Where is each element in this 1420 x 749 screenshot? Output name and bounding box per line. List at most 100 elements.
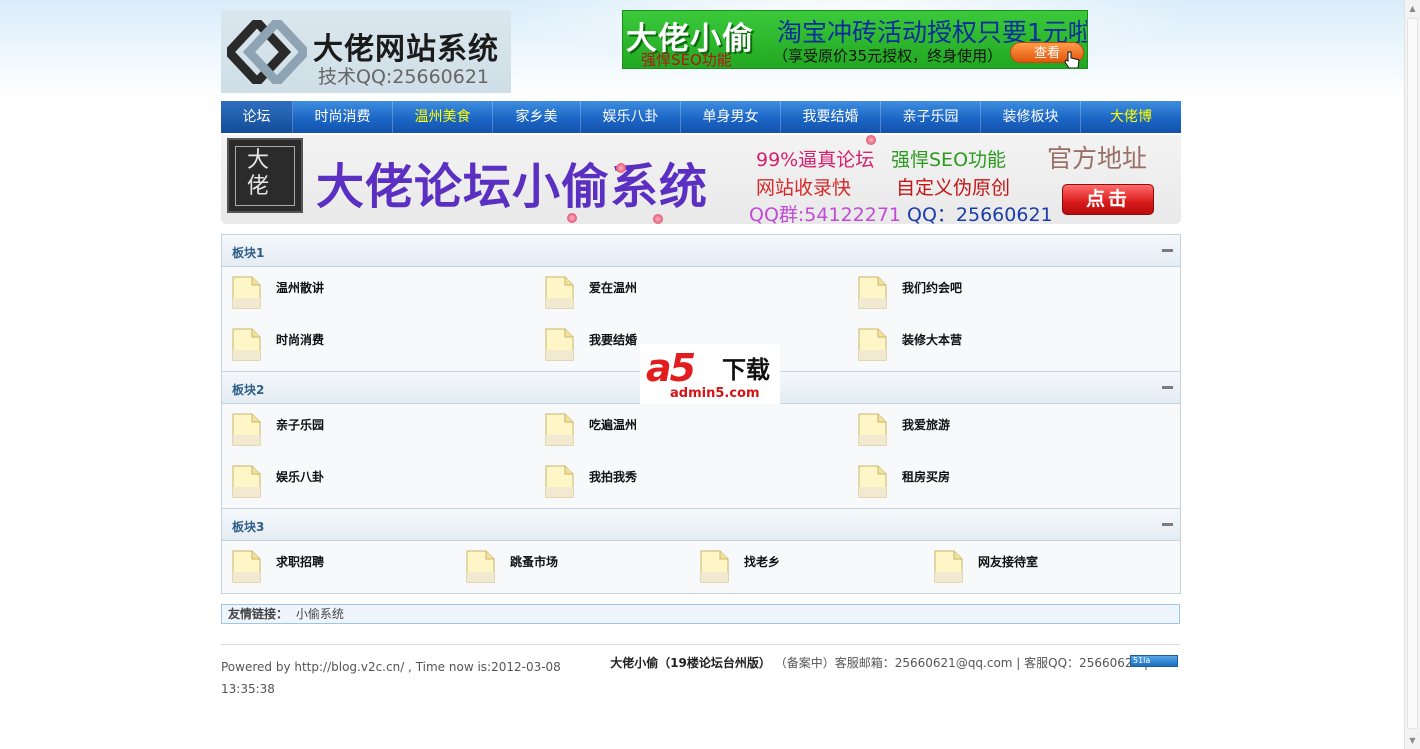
section-title[interactable]: 板块1 xyxy=(232,244,264,261)
footer-brand[interactable]: 大佬小偷（19楼论坛台州版） xyxy=(610,656,771,670)
banner-qq-group: QQ群:54122271 xyxy=(749,204,902,224)
decorative-dot xyxy=(567,213,577,223)
nav-item-0[interactable]: 论坛 xyxy=(221,101,293,133)
forum-name[interactable]: 时尚消费 xyxy=(276,331,324,348)
section-divider xyxy=(222,508,1180,509)
forum-document-icon xyxy=(545,413,574,446)
footer-contact: 大佬小偷（19楼论坛台州版） （备案中）客服邮箱：25660621@qq.com… xyxy=(610,654,1148,671)
section-title[interactable]: 板块3 xyxy=(232,518,264,535)
forum-name[interactable]: 网友接待室 xyxy=(978,553,1038,570)
watermark-a5-logo: a5 xyxy=(646,346,696,390)
nav-item-6[interactable]: 我要结婚 xyxy=(781,101,881,133)
friend-link-item[interactable]: 小偷系统 xyxy=(296,607,344,621)
nav-item-8[interactable]: 装修板块 xyxy=(981,101,1081,133)
collapse-minus-icon[interactable] xyxy=(1162,249,1173,252)
watermark-download-text: 下载 xyxy=(722,356,770,384)
forum-name[interactable]: 娱乐八卦 xyxy=(276,468,324,485)
banner-feature-1: 99%逼真论坛 xyxy=(756,149,875,171)
forum-item[interactable]: 娱乐八卦 xyxy=(232,465,525,499)
forum-document-icon xyxy=(858,328,887,361)
footer-contact-text: （备案中）客服邮箱：25660621@qq.com | 客服QQ：2566062… xyxy=(774,656,1148,670)
forum-name[interactable]: 找老乡 xyxy=(744,553,780,570)
seal-text: 大佬 xyxy=(246,148,269,199)
forum-document-icon xyxy=(858,276,887,309)
forum-item[interactable]: 爱在温州 xyxy=(545,276,838,310)
vertical-scrollbar[interactable]: ▲ ▼ xyxy=(1404,0,1420,749)
forum-name[interactable]: 装修大本营 xyxy=(902,331,962,348)
forum-document-icon xyxy=(700,550,729,583)
forum-name[interactable]: 我爱旅游 xyxy=(902,416,950,433)
watermark-site-text: admin5.com xyxy=(670,386,760,401)
forum-item[interactable]: 我们约会吧 xyxy=(858,276,1151,310)
promo-banner[interactable]: 大佬 大佬论坛小偷系统 99%逼真论坛 强悍SEO功能 网站收录快 自定义伪原创… xyxy=(221,135,1181,224)
forum-item[interactable]: 我爱旅游 xyxy=(858,413,1151,447)
site-logo[interactable]: 大佬网站系统 技术QQ:25660621 xyxy=(221,10,511,93)
banner-feature-4: 自定义伪原创 xyxy=(896,177,1011,199)
section-header[interactable]: 板块3 xyxy=(222,509,1180,541)
forum-item[interactable]: 租房买房 xyxy=(858,465,1151,499)
decorative-dot xyxy=(866,135,876,145)
footer-divider xyxy=(221,644,1181,645)
forum-name[interactable]: 亲子乐园 xyxy=(276,416,324,433)
nav-item-2[interactable]: 温州美食 xyxy=(393,101,493,133)
forum-document-icon xyxy=(232,413,261,446)
stats-badge[interactable]: 51la xyxy=(1130,655,1178,667)
scroll-thumb[interactable] xyxy=(1407,18,1418,729)
forum-name[interactable]: 跳蚤市场 xyxy=(510,553,558,570)
forum-item[interactable]: 吃遍温州 xyxy=(545,413,838,447)
forum-item[interactable]: 亲子乐园 xyxy=(232,413,525,447)
forum-document-icon xyxy=(858,465,887,498)
forum-name[interactable]: 租房买房 xyxy=(902,468,950,485)
decorative-dot xyxy=(616,163,626,173)
nav-item-7[interactable]: 亲子乐园 xyxy=(881,101,981,133)
forum-item[interactable]: 求职招聘 xyxy=(232,550,446,584)
nav-item-4[interactable]: 娱乐八卦 xyxy=(581,101,681,133)
friend-links-label: 友情链接： xyxy=(228,607,289,621)
forum-name[interactable]: 求职招聘 xyxy=(276,553,324,570)
forum-item[interactable]: 跳蚤市场 xyxy=(466,550,680,584)
decorative-dot xyxy=(653,214,663,224)
forum-item[interactable]: 时尚消费 xyxy=(232,328,525,362)
forum-document-icon xyxy=(545,465,574,498)
ad-seo-text: 强悍SEO功能 xyxy=(641,51,732,69)
main-navigation: 论坛 时尚消费 温州美食 家乡美 娱乐八卦 单身男女 我要结婚 亲子乐园 装修板块 大佬博 xyxy=(221,101,1181,133)
forum-document-icon xyxy=(545,276,574,309)
forum-document-icon xyxy=(232,465,261,498)
top-ad-banner[interactable]: 大佬小偷 强悍SEO功能 淘宝冲砖活动授权只要1元啦 （享受原价35元授权，终身… xyxy=(622,10,1088,69)
forum-name[interactable]: 温州散讲 xyxy=(276,279,324,296)
scroll-up-arrow-icon[interactable]: ▲ xyxy=(1405,0,1420,17)
forum-item[interactable]: 我拍我秀 xyxy=(545,465,838,499)
banner-feature-2: 强悍SEO功能 xyxy=(891,149,1007,171)
logo-subtitle: 技术QQ:25660621 xyxy=(318,66,490,88)
powered-by-text: Powered by http://blog.v2c.cn/ , Time no… xyxy=(221,660,561,696)
nav-item-5[interactable]: 单身男女 xyxy=(681,101,781,133)
forum-item[interactable]: 温州散讲 xyxy=(232,276,525,310)
forum-name[interactable]: 我要结婚 xyxy=(589,331,637,348)
nav-item-9[interactable]: 大佬博 xyxy=(1081,101,1181,133)
forum-name[interactable]: 我拍我秀 xyxy=(589,468,637,485)
friend-links-bar: 友情链接： 小偷系统 xyxy=(221,604,1180,624)
forum-name[interactable]: 我们约会吧 xyxy=(902,279,962,296)
banner-click-button[interactable]: 点击 xyxy=(1062,184,1154,215)
collapse-minus-icon[interactable] xyxy=(1162,523,1173,526)
forum-item[interactable]: 找老乡 xyxy=(700,550,914,584)
hand-cursor-icon xyxy=(1064,51,1080,68)
forum-document-icon xyxy=(232,550,261,583)
forum-item[interactable]: 装修大本营 xyxy=(858,328,1151,362)
forum-document-icon xyxy=(934,550,963,583)
nav-item-3[interactable]: 家乡美 xyxy=(493,101,581,133)
forum-document-icon xyxy=(466,550,495,583)
forum-document-icon xyxy=(858,413,887,446)
forum-document-icon xyxy=(232,328,261,361)
section-title[interactable]: 板块2 xyxy=(232,381,264,398)
nav-item-1[interactable]: 时尚消费 xyxy=(293,101,393,133)
admin5-watermark: a5 下载 admin5.com xyxy=(640,344,780,404)
section-header[interactable]: 板块1 xyxy=(222,235,1180,267)
forum-name[interactable]: 爱在温州 xyxy=(589,279,637,296)
forum-name[interactable]: 吃遍温州 xyxy=(589,416,637,433)
collapse-minus-icon[interactable] xyxy=(1162,386,1173,389)
scroll-down-arrow-icon[interactable]: ▼ xyxy=(1405,732,1420,749)
forum-item[interactable]: 网友接待室 xyxy=(934,550,1148,584)
banner-title: 大佬论坛小偷系统 xyxy=(316,159,709,215)
banner-qq: QQ：25660621 xyxy=(907,204,1053,224)
